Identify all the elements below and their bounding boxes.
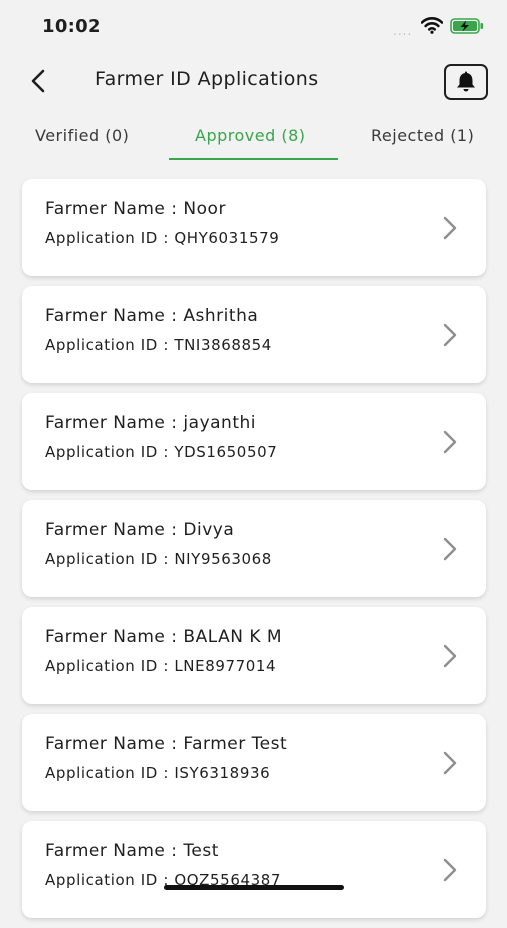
bell-icon — [457, 71, 475, 92]
applications-list: Farmer Name : Noor Application ID : QHY6… — [22, 179, 486, 928]
farmer-name: Farmer Name : Noor — [45, 199, 226, 219]
chevron-right-icon — [443, 537, 457, 561]
cellular-signal-icon: .... — [393, 24, 413, 38]
app-header: Farmer ID Applications — [0, 52, 507, 112]
farmer-name: Farmer Name : BALAN K M — [45, 627, 283, 647]
farmer-name: Farmer Name : Farmer Test — [45, 734, 288, 754]
chevron-right-icon — [443, 216, 457, 240]
chevron-right-icon — [443, 858, 457, 882]
application-card[interactable]: Farmer Name : Divya Application ID : NIY… — [22, 500, 486, 597]
application-card[interactable]: Farmer Name : Ashritha Application ID : … — [22, 286, 486, 383]
chevron-right-icon — [443, 751, 457, 775]
application-card[interactable]: Farmer Name : BALAN K M Application ID :… — [22, 607, 486, 704]
application-id: Application ID : NIY9563068 — [45, 550, 272, 568]
home-indicator[interactable] — [164, 885, 344, 890]
application-id: Application ID : TNI3868854 — [45, 336, 272, 354]
application-id: Application ID : LNE8977014 — [45, 657, 277, 675]
application-card[interactable]: Farmer Name : jayanthi Application ID : … — [22, 393, 486, 490]
application-card[interactable]: Farmer Name : Farmer Test Application ID… — [22, 714, 486, 811]
farmer-name: Farmer Name : jayanthi — [45, 413, 256, 433]
back-button[interactable] — [24, 66, 52, 96]
application-id: Application ID : ISY6318936 — [45, 764, 271, 782]
active-tab-indicator — [169, 158, 338, 160]
status-time: 10:02 — [42, 16, 101, 37]
wifi-icon — [421, 17, 443, 34]
chevron-right-icon — [443, 644, 457, 668]
application-id: Application ID : QHY6031579 — [45, 229, 280, 247]
tab-rejected[interactable]: Rejected (1) — [371, 126, 474, 145]
status-tabs: Verified (0) Approved (8) Rejected (1) — [0, 118, 507, 164]
page-title: Farmer ID Applications — [95, 68, 319, 90]
status-bar: 10:02 .... — [0, 0, 507, 52]
farmer-name: Farmer Name : Divya — [45, 520, 235, 540]
farmer-name: Farmer Name : Ashritha — [45, 306, 259, 326]
notifications-button[interactable] — [444, 64, 488, 100]
tab-approved[interactable]: Approved (8) — [195, 126, 306, 145]
chevron-right-icon — [443, 430, 457, 454]
battery-charging-icon — [450, 18, 483, 34]
back-arrow-icon — [31, 69, 45, 93]
application-id: Application ID : YDS1650507 — [45, 443, 278, 461]
tab-verified[interactable]: Verified (0) — [35, 126, 129, 145]
application-card[interactable]: Farmer Name : Noor Application ID : QHY6… — [22, 179, 486, 276]
chevron-right-icon — [443, 323, 457, 347]
application-card[interactable]: Farmer Name : Test Application ID : OQZ5… — [22, 821, 486, 918]
farmer-name: Farmer Name : Test — [45, 841, 219, 861]
